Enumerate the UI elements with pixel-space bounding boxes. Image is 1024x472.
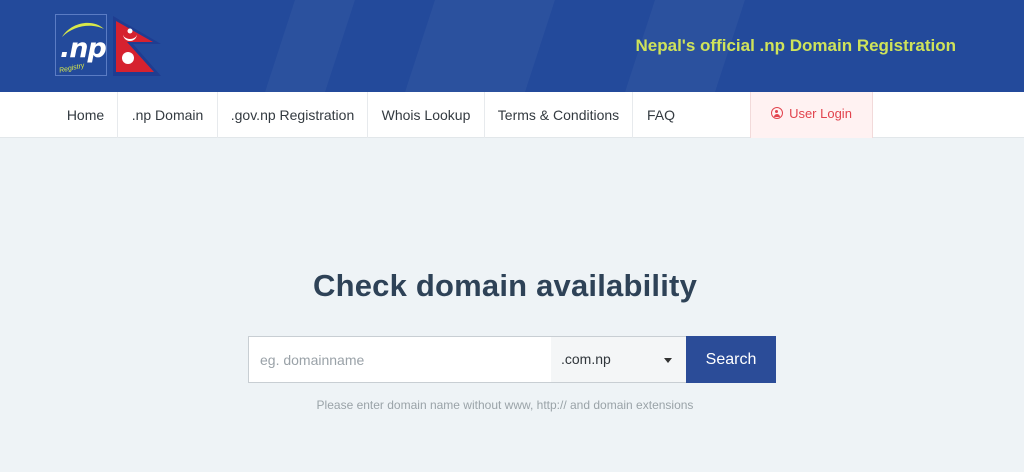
nepal-flag-icon xyxy=(113,16,161,76)
extension-value: .com.np xyxy=(561,351,611,367)
nav-np-domain[interactable]: .np Domain xyxy=(118,92,218,138)
search-hint: Please enter domain name without www, ht… xyxy=(316,398,694,412)
site-tagline: Nepal's official .np Domain Registration xyxy=(635,36,956,55)
logo-subtext: Registry xyxy=(58,62,86,75)
nav-home[interactable]: Home xyxy=(54,92,118,138)
logo-text: .np xyxy=(60,33,107,64)
extension-select[interactable]: .com.np xyxy=(551,336,686,383)
user-login-button[interactable]: User Login xyxy=(750,92,873,138)
header-shade xyxy=(265,0,355,92)
domain-search-input[interactable] xyxy=(248,336,551,383)
nav-terms-conditions[interactable]: Terms & Conditions xyxy=(485,92,633,138)
logo-box: .np Registry xyxy=(55,14,107,76)
header-shade xyxy=(405,0,555,92)
user-icon xyxy=(771,107,784,119)
chevron-down-icon xyxy=(664,358,672,363)
domain-search-form: .com.np Search xyxy=(248,336,776,383)
page-title: Check domain availability xyxy=(312,268,698,303)
nav-gov-np-registration[interactable]: .gov.np Registration xyxy=(218,92,368,138)
nav-faq[interactable]: FAQ xyxy=(633,92,689,138)
user-login-label: User Login xyxy=(789,106,852,121)
nav-whois-lookup[interactable]: Whois Lookup xyxy=(368,92,485,138)
main-nav: Home .np Domain .gov.np Registration Who… xyxy=(0,92,1024,138)
site-header: .np Registry Nepal's official .np Domain… xyxy=(0,0,1024,92)
search-button[interactable]: Search xyxy=(686,336,776,383)
np-registry-logo[interactable]: .np Registry xyxy=(55,14,165,78)
